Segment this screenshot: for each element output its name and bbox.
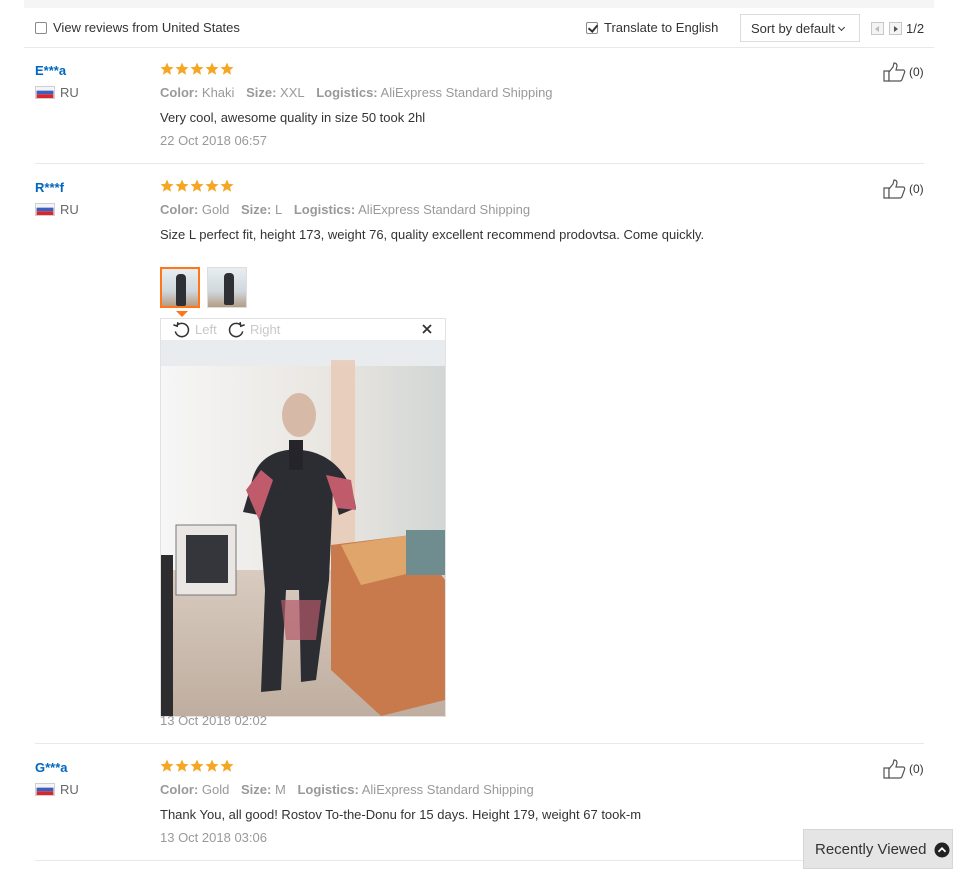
next-page-button[interactable] — [889, 22, 902, 35]
star-rating — [160, 759, 234, 772]
review-photo-large — [161, 340, 445, 716]
page-indicator: 1/2 — [906, 21, 925, 36]
reviewer-name[interactable]: E***a — [35, 63, 66, 78]
rotate-right-icon[interactable] — [227, 320, 246, 339]
review-attributes: Color: Gold Size: M Logistics: AliExpres… — [160, 782, 534, 797]
top-strip — [24, 0, 934, 8]
translate-checkbox[interactable] — [586, 22, 598, 34]
review-photo-thumbnail[interactable] — [207, 267, 247, 308]
rotate-left-icon[interactable] — [172, 320, 191, 339]
star-rating — [160, 179, 234, 192]
previous-page-button[interactable] — [871, 22, 884, 35]
recently-viewed-tab[interactable]: Recently Viewed — [803, 829, 953, 869]
russia-flag-icon — [35, 783, 55, 796]
close-icon[interactable] — [420, 322, 434, 336]
russia-flag-icon — [35, 86, 55, 99]
reviewer-name[interactable]: G***a — [35, 760, 68, 775]
helpful-count: (0) — [909, 762, 924, 776]
review-date: 22 Oct 2018 06:57 — [160, 133, 267, 148]
review-attributes: Color: Gold Size: L Logistics: AliExpres… — [160, 202, 531, 217]
local-reviews-checkbox[interactable] — [35, 22, 47, 34]
review-item: R***f RU Color: Gold Size: L Logistics: … — [35, 179, 924, 744]
translate-label[interactable]: Translate to English — [604, 20, 718, 35]
sort-dropdown[interactable]: Sort by default — [740, 14, 860, 42]
review-date: 13 Oct 2018 03:06 — [160, 830, 267, 845]
photo-viewer: Left Right — [160, 318, 446, 717]
star-rating — [160, 62, 234, 75]
review-text: Size L perfect fit, height 173, weight 7… — [160, 227, 705, 242]
selected-thumbnail-pointer — [176, 311, 188, 317]
review-item: E***a RU Color: Khaki Size: XXL Logistic… — [35, 62, 924, 164]
helpful-count: (0) — [909, 182, 924, 196]
review-photo-thumbnail[interactable] — [160, 267, 200, 308]
review-date: 13 Oct 2018 02:02 — [160, 713, 267, 728]
reviewer-name[interactable]: R***f — [35, 180, 64, 195]
helpful-count: (0) — [909, 65, 924, 79]
review-text: Very cool, awesome quality in size 50 to… — [160, 110, 426, 125]
reviewer-country: RU — [60, 85, 79, 100]
review-text: Thank You, all good! Rostov To-the-Donu … — [160, 807, 642, 822]
review-attributes: Color: Khaki Size: XXL Logistics: AliExp… — [160, 85, 553, 100]
sort-dropdown-label: Sort by default — [751, 21, 835, 36]
recently-viewed-label: Recently Viewed — [815, 841, 927, 858]
thumbs-up-icon[interactable] — [883, 179, 908, 199]
reviewer-country: RU — [60, 782, 79, 797]
reviewer-country: RU — [60, 202, 79, 217]
thumbs-up-icon[interactable] — [883, 759, 908, 779]
chevron-down-icon — [837, 23, 845, 32]
review-filter-bar: View reviews from United States Translat… — [24, 8, 934, 48]
local-reviews-label[interactable]: View reviews from United States — [53, 20, 240, 35]
review-item: G***a RU Color: Gold Size: M Logistics: … — [35, 759, 924, 861]
russia-flag-icon — [35, 203, 55, 216]
chevron-up-icon — [934, 842, 950, 858]
rotate-left-label[interactable]: Left — [195, 322, 217, 337]
rotate-right-label[interactable]: Right — [250, 322, 280, 337]
thumbs-up-icon[interactable] — [883, 62, 908, 82]
photo-viewer-toolbar: Left Right — [161, 319, 445, 340]
